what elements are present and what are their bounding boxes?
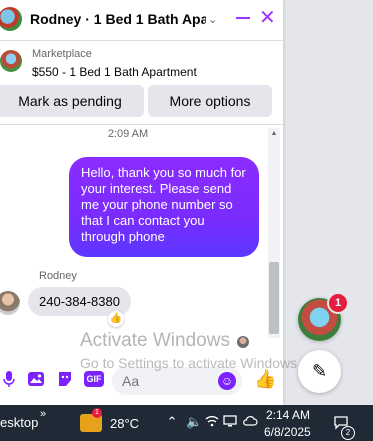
- chevron-up-icon[interactable]: ⌃: [164, 414, 180, 430]
- chat-title[interactable]: Rodney · 1 Bed 1 Bath Apar…: [30, 11, 206, 27]
- listing-thumbnail[interactable]: [0, 50, 22, 72]
- seen-avatar: [237, 336, 249, 348]
- emoji-icon[interactable]: ☺: [218, 372, 236, 390]
- double-chevron-icon[interactable]: »: [40, 408, 46, 420]
- minimize-icon[interactable]: [236, 17, 250, 19]
- wifi-icon[interactable]: [204, 414, 220, 431]
- chevron-down-icon[interactable]: ⌄: [208, 13, 224, 26]
- activate-windows-title: Activate Windows: [80, 330, 230, 351]
- taskbar-desktop-label[interactable]: esktop: [0, 415, 38, 430]
- header-divider: [0, 40, 283, 41]
- sticker-icon[interactable]: [56, 370, 74, 388]
- volume-icon[interactable]: 🔈: [186, 414, 202, 430]
- listing-title[interactable]: $550 - 1 Bed 1 Bath Apartment: [32, 65, 197, 79]
- chat-header[interactable]: Rodney · 1 Bed 1 Bath Apar… ⌄ ✕: [0, 0, 283, 38]
- display-icon[interactable]: [222, 414, 238, 431]
- close-icon[interactable]: ✕: [259, 8, 276, 28]
- sender-avatar[interactable]: [0, 291, 20, 315]
- taskbar: esktop » 1 28°C ⌃ 🔈 2:14 AM 6/8/2025 2: [0, 405, 373, 441]
- sender-name: Rodney: [39, 270, 77, 282]
- marketplace-label: Marketplace: [32, 48, 92, 60]
- scroll-up-arrow-icon[interactable]: ▲: [268, 128, 280, 140]
- notification-count: 2: [341, 426, 355, 440]
- gif-icon[interactable]: GIF: [84, 371, 104, 387]
- marketplace-listing[interactable]: Marketplace $550 - 1 Bed 1 Bath Apartmen…: [0, 44, 283, 84]
- thumbs-up-reaction-icon[interactable]: 👍: [108, 311, 124, 327]
- clock-date[interactable]: 6/8/2025: [264, 425, 318, 439]
- contact-avatar[interactable]: [0, 7, 22, 31]
- message-timestamp: 2:09 AM: [107, 128, 149, 140]
- mark-as-pending-button[interactable]: Mark as pending: [0, 85, 144, 117]
- outgoing-message[interactable]: Hello, thank you so much for your intere…: [69, 157, 259, 257]
- scrollbar-thumb[interactable]: [269, 262, 279, 334]
- temperature[interactable]: 28°C: [110, 416, 139, 431]
- more-options-button[interactable]: More options: [148, 85, 272, 117]
- image-icon[interactable]: [27, 370, 45, 388]
- like-thumbs-up-icon[interactable]: 👍: [254, 369, 276, 389]
- unread-badge: 1: [327, 292, 349, 314]
- cloud-icon[interactable]: [242, 414, 258, 431]
- new-message-icon[interactable]: ✎: [298, 350, 341, 393]
- actions-divider: [0, 124, 283, 125]
- weather-badge: 1: [92, 408, 102, 418]
- clock-time[interactable]: 2:14 AM: [266, 408, 316, 422]
- microphone-icon[interactable]: [0, 370, 18, 388]
- activate-windows-subtitle: Go to Settings to activate Windows.: [80, 355, 301, 371]
